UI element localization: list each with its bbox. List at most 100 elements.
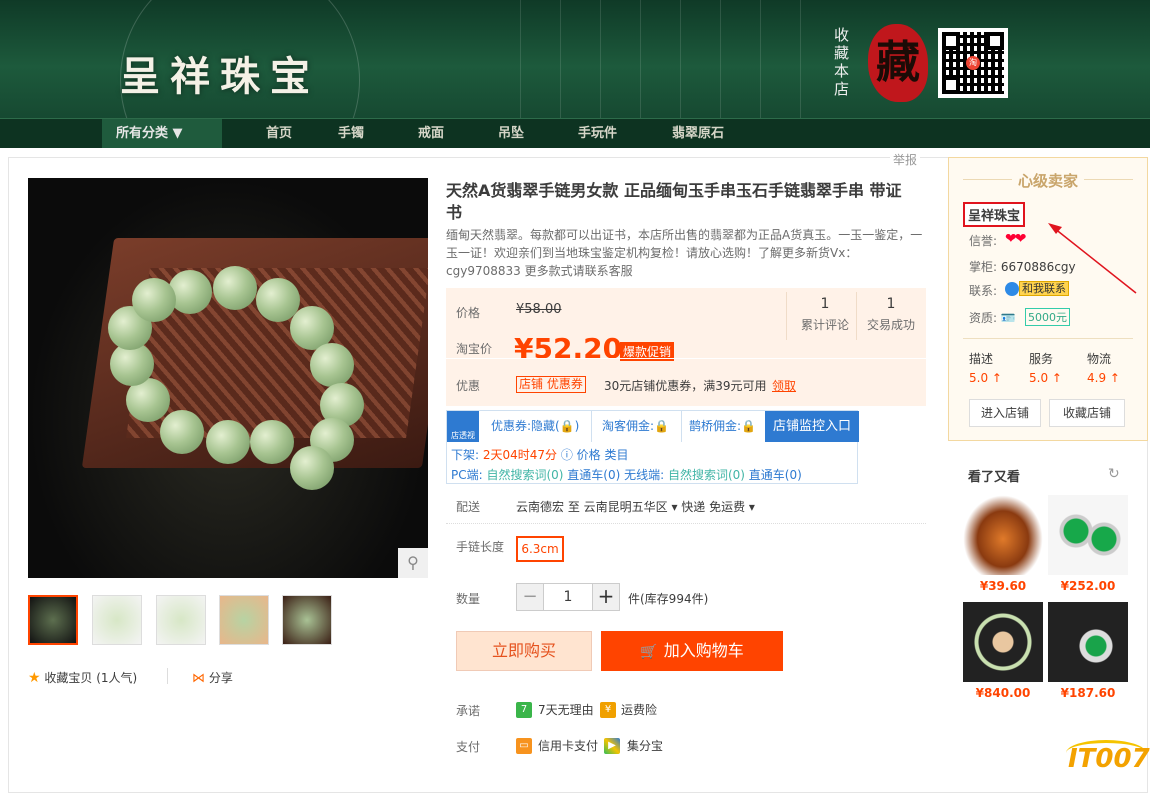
payment-label: 支付 bbox=[456, 740, 481, 754]
quantity-input[interactable]: 1 bbox=[544, 583, 592, 611]
related-item-4-image[interactable] bbox=[1048, 602, 1128, 682]
sales-count-value: 1 bbox=[886, 296, 896, 312]
related-item-2-image[interactable] bbox=[1048, 495, 1128, 575]
review-count[interactable]: 1 累计评论 bbox=[790, 296, 860, 333]
plugin-traffic-line: PC端: 自然搜索词(0) 直通车(0) 无线端: 自然搜索词(0) 直通车(0… bbox=[451, 466, 802, 483]
thumbnail-1[interactable] bbox=[28, 595, 78, 645]
banner-divider bbox=[520, 0, 521, 118]
freight-insurance[interactable]: 运费险 bbox=[621, 702, 657, 718]
add-to-cart-label: 加入购物车 bbox=[663, 641, 744, 660]
related-item-1-price[interactable]: ¥39.60 bbox=[963, 579, 1043, 593]
banner-divider bbox=[760, 0, 761, 118]
related-item-4-price[interactable]: ¥187.60 bbox=[1048, 686, 1128, 700]
report-link[interactable]: 举报 bbox=[890, 151, 921, 168]
banner-divider bbox=[560, 0, 561, 118]
mobile-natural-search-link[interactable]: 自然搜索词(0) bbox=[668, 468, 745, 482]
related-item-1-image[interactable] bbox=[963, 495, 1043, 575]
get-coupon-link[interactable]: 领取 bbox=[772, 377, 796, 394]
share-icon: ⋈ bbox=[192, 671, 205, 686]
related-item-3-price[interactable]: ¥840.00 bbox=[963, 686, 1043, 700]
sales-count[interactable]: 1 交易成功 bbox=[856, 296, 926, 333]
deposit-badge[interactable]: 5000元 bbox=[1025, 308, 1070, 326]
tab-coupon-hidden[interactable]: 优惠券:隐藏(🔒) bbox=[479, 411, 593, 442]
watermark-logo: IT007 bbox=[1068, 744, 1150, 774]
magnifier-icon[interactable]: ⚲ bbox=[398, 548, 428, 578]
shop-logo[interactable]: 呈祥珠宝 bbox=[120, 44, 320, 102]
tab-bridge-commission[interactable]: 鹊桥佣金:🔒 bbox=[677, 411, 769, 442]
promise-label: 承诺 bbox=[456, 704, 481, 718]
owner-row: 掌柜: 6670886cgy bbox=[969, 258, 1076, 275]
score-label: 服务 bbox=[1029, 352, 1054, 366]
thumbnail-5[interactable] bbox=[282, 595, 332, 645]
quantity-decrement-button[interactable]: − bbox=[516, 583, 544, 611]
length-option[interactable]: 6.3cm bbox=[516, 536, 564, 562]
tab-affiliate-commission[interactable]: 淘客佣金:🔒 bbox=[590, 411, 682, 442]
thumbnail-4[interactable] bbox=[219, 595, 269, 645]
heart-icon: ❤❤ bbox=[1005, 231, 1027, 247]
refresh-icon[interactable]: ↻ bbox=[1108, 466, 1120, 482]
seven-day-return[interactable]: 7天无理由 bbox=[538, 702, 594, 718]
related-title: 看了又看 bbox=[968, 470, 1021, 485]
all-categories-menu[interactable]: 所有分类 ▼ bbox=[102, 119, 222, 148]
qualification-row: 资质: 🪪 bbox=[969, 309, 1016, 326]
buy-now-button[interactable]: 立即购买 bbox=[456, 631, 592, 671]
score-logistics: 物流 4.9 ↑ bbox=[1087, 350, 1147, 385]
shop-insight-plugin: 店透视 优惠券:隐藏(🔒) 淘客佣金:🔒 鹊桥佣金:🔒 店铺监控入口 下架: 2… bbox=[446, 410, 859, 484]
qr-code: 淘 bbox=[938, 28, 1008, 98]
shop-monitor-button[interactable]: 店铺监控入口 bbox=[765, 411, 859, 442]
coupon-text: 30元店铺优惠券，满39元可用 bbox=[604, 379, 767, 393]
nav-item-pendant[interactable]: 吊坠 bbox=[498, 119, 524, 148]
length-label: 手链长度 bbox=[456, 540, 505, 554]
qualification-label: 资质: bbox=[969, 311, 998, 325]
credit-card-pay[interactable]: 信用卡支付 bbox=[538, 738, 598, 754]
banner-divider bbox=[680, 0, 681, 118]
jifenbao-pay[interactable]: 集分宝 bbox=[627, 738, 663, 754]
contact-label: 联系: bbox=[969, 284, 998, 298]
nav-item-raw-stone[interactable]: 翡翠原石 bbox=[672, 119, 724, 148]
enter-shop-button[interactable]: 进入店铺 bbox=[969, 399, 1041, 427]
pc-natural-search-link[interactable]: 自然搜索词(0) bbox=[486, 468, 563, 482]
score-value: 4.9 ↑ bbox=[1087, 371, 1120, 385]
score-description: 描述 5.0 ↑ bbox=[969, 350, 1029, 385]
price-panel: 价格 ¥58.00 淘宝价 ¥52.20 爆款促销 1 累计评论 1 交易成功 … bbox=[446, 288, 926, 406]
contact-row: 联系: bbox=[969, 282, 997, 299]
coupon-tag: 店铺 优惠券 bbox=[516, 376, 586, 393]
collect-shop-button[interactable]: 收藏店铺 bbox=[1049, 399, 1125, 427]
contact-seller-button[interactable]: 和我联系 bbox=[1005, 280, 1069, 296]
related-item-3-image[interactable] bbox=[963, 602, 1043, 682]
nav-item-home[interactable]: 首页 bbox=[266, 119, 292, 148]
seller-name[interactable]: 呈祥珠宝 bbox=[963, 202, 1026, 227]
score-value: 5.0 ↑ bbox=[1029, 371, 1062, 385]
taobao-icon: 淘 bbox=[966, 56, 980, 70]
favorite-item-button[interactable]: ★ 收藏宝贝 (1人气) bbox=[28, 669, 137, 686]
score-service: 服务 5.0 ↑ bbox=[1029, 350, 1089, 385]
nav-item-handpiece[interactable]: 手玩件 bbox=[578, 119, 617, 148]
shipping-selector[interactable]: 云南德宏 至 云南昆明五华区 ▾ 快递 免运费 ▾ bbox=[516, 498, 755, 515]
quantity-increment-button[interactable]: + bbox=[592, 583, 620, 611]
seven-day-icon: 7 bbox=[516, 702, 532, 718]
thumbnail-2[interactable] bbox=[92, 595, 142, 645]
seller-level-text: 心级卖家 bbox=[1011, 172, 1084, 190]
plugin-logo[interactable]: 店透视 bbox=[447, 411, 479, 442]
product-subtitle: 缅甸天然翡翠。每款都可以出证书，本店所出售的翡翠都为正品A货真玉。一玉一鉴定，一… bbox=[446, 228, 923, 278]
review-count-value: 1 bbox=[820, 296, 830, 312]
pc-direct-link[interactable]: 直通车(0) bbox=[563, 468, 624, 482]
score-label: 物流 bbox=[1087, 352, 1112, 366]
freight-insurance-icon: ¥ bbox=[600, 702, 616, 718]
delist-label: 下架: bbox=[451, 448, 483, 462]
seal-stamp[interactable]: 藏 bbox=[868, 24, 928, 102]
shipping-label: 配送 bbox=[456, 500, 481, 514]
mobile-direct-link[interactable]: 直通车(0) bbox=[745, 468, 802, 482]
stock-text: 件(库存994件) bbox=[628, 592, 709, 606]
promo-label: 优惠 bbox=[456, 379, 481, 393]
nav-item-ring-face[interactable]: 戒面 bbox=[418, 119, 444, 148]
nav-item-bangle[interactable]: 手镯 bbox=[338, 119, 364, 148]
main-product-image[interactable] bbox=[28, 178, 428, 578]
add-to-cart-button[interactable]: 🛒 加入购物车 bbox=[601, 631, 783, 671]
related-item-2-price[interactable]: ¥252.00 bbox=[1048, 579, 1128, 593]
promo-price: ¥52.20 bbox=[514, 332, 623, 365]
price-category-links[interactable]: ⓘ 价格 类目 bbox=[557, 448, 629, 462]
share-button[interactable]: ⋈ 分享 bbox=[192, 669, 233, 686]
thumbnail-3[interactable] bbox=[156, 595, 206, 645]
star-icon: ★ bbox=[28, 670, 41, 686]
